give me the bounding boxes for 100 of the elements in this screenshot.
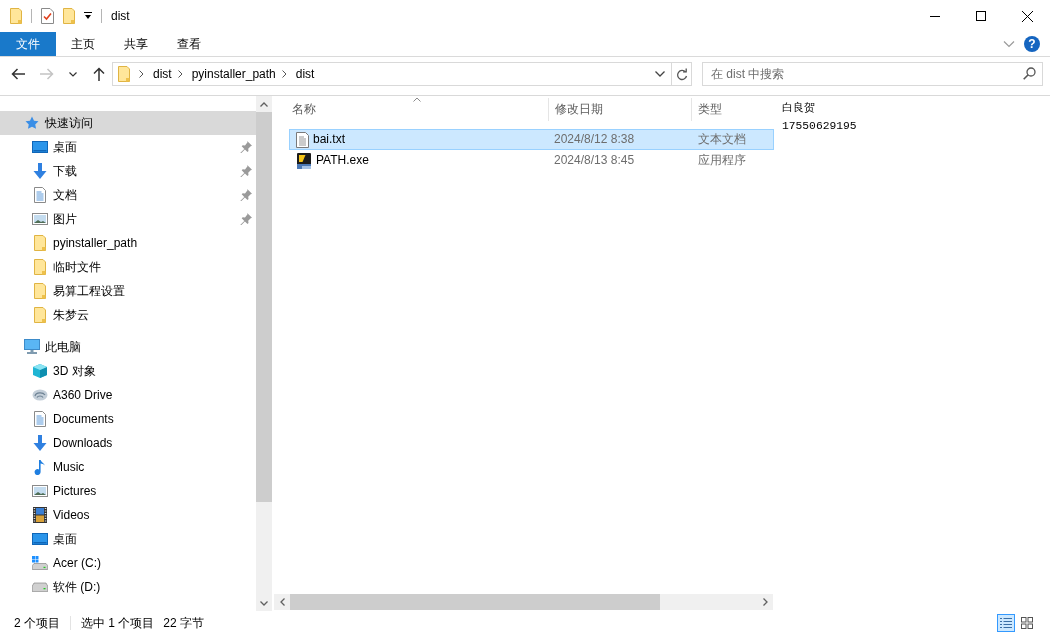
scrollbar[interactable] xyxy=(256,96,272,611)
search-field[interactable]: 在 dist 中搜索 xyxy=(702,62,1043,86)
document-icon xyxy=(296,131,309,148)
drive-icon xyxy=(32,582,48,592)
arrow-up-icon xyxy=(93,67,105,81)
file-menu-tab[interactable]: 文件 xyxy=(0,32,56,56)
file-date: 2024/8/13 8:45 xyxy=(554,153,635,167)
breadcrumb-link[interactable]: dist xyxy=(292,63,318,85)
ribbon-tab[interactable]: 主页 xyxy=(56,32,109,56)
ribbon-tab[interactable]: 查看 xyxy=(162,32,215,56)
nav-item[interactable]: pyinstaller_path xyxy=(0,231,256,255)
column-header[interactable]: 名称 xyxy=(286,98,548,121)
music-note-icon xyxy=(34,459,46,475)
file-type: 应用程序 xyxy=(698,153,746,167)
preview-text: 白良贺 xyxy=(782,101,816,116)
help-button[interactable]: ? xyxy=(1024,36,1040,52)
app-icon xyxy=(296,152,312,169)
film-icon xyxy=(33,507,47,523)
nav-item[interactable]: Acer (C:) xyxy=(0,551,256,575)
window-title: dist xyxy=(111,8,130,24)
chevron-up-icon[interactable] xyxy=(260,101,268,107)
preview-text: 17550629195 xyxy=(782,119,858,134)
scrollbar-thumb[interactable] xyxy=(290,594,660,610)
folder-icon xyxy=(34,235,46,251)
down-arrow-icon xyxy=(32,435,48,451)
chevron-down-icon[interactable] xyxy=(260,600,268,606)
nav-item[interactable]: 桌面 xyxy=(0,135,256,159)
file-date: 2024/8/12 8:38 xyxy=(554,132,635,146)
chevron-right-icon[interactable] xyxy=(139,70,144,78)
file-type: 文本文档 xyxy=(698,132,746,146)
large-icons-view-button[interactable] xyxy=(1018,614,1036,632)
maximize-icon xyxy=(976,11,986,21)
document-check-icon[interactable] xyxy=(41,8,54,24)
file-name: bai.txt xyxy=(313,132,345,147)
nav-item[interactable]: 易算工程设置 xyxy=(0,279,256,303)
nav-item[interactable]: Videos xyxy=(0,503,256,527)
file-row[interactable]: bai.txt 2024/8/12 8:38 文本文档 xyxy=(289,129,774,150)
chevron-right-icon[interactable] xyxy=(281,70,287,78)
folder-icon xyxy=(34,259,46,275)
selection-size: 22 字节 xyxy=(163,615,205,631)
chevron-left-icon[interactable] xyxy=(279,598,285,606)
nav-item[interactable]: Music xyxy=(0,455,256,479)
search-icon[interactable] xyxy=(1023,67,1036,80)
picture-icon xyxy=(32,485,48,497)
document-icon xyxy=(34,187,46,203)
star-icon xyxy=(25,116,39,130)
nav-item[interactable]: 桌面 xyxy=(0,527,256,551)
folder-icon xyxy=(34,283,46,299)
details-view-button[interactable] xyxy=(997,614,1015,632)
list-icon xyxy=(1000,617,1012,629)
scrollbar[interactable] xyxy=(274,594,773,610)
nav-item[interactable]: 文档 xyxy=(0,183,256,207)
file-name: PATH.exe xyxy=(316,153,369,168)
address-bar[interactable]: dist pyinstaller_path dist xyxy=(112,62,692,86)
folder-icon xyxy=(118,66,130,82)
grid-icon xyxy=(1021,617,1033,629)
nav-item[interactable]: 图片 xyxy=(0,207,256,231)
chevron-down-icon[interactable] xyxy=(655,71,665,77)
desktop-icon xyxy=(32,141,48,153)
chevron-right-icon[interactable] xyxy=(762,598,768,606)
arrow-left-icon xyxy=(11,68,25,80)
pin-icon[interactable] xyxy=(240,165,252,177)
document-icon xyxy=(34,411,46,427)
nav-item[interactable]: 下载 xyxy=(0,159,256,183)
nav-item[interactable]: 此电脑 xyxy=(0,335,256,359)
nav-item[interactable]: A360 Drive xyxy=(0,383,256,407)
nav-item[interactable]: 3D 对象 xyxy=(0,359,256,383)
breadcrumb-link[interactable]: dist xyxy=(150,63,175,85)
nav-item[interactable]: 朱梦云 xyxy=(0,303,256,327)
nav-item[interactable]: 临时文件 xyxy=(0,255,256,279)
monitor-icon xyxy=(24,339,40,355)
chevron-down-icon xyxy=(69,71,77,77)
item-count: 2 个项目 xyxy=(14,615,60,631)
close-icon xyxy=(1021,10,1033,22)
desktop-icon xyxy=(32,533,48,545)
column-header[interactable]: 修改日期 xyxy=(548,98,691,121)
refresh-icon xyxy=(675,67,688,81)
nav-item[interactable]: Documents xyxy=(0,407,256,431)
nav-item[interactable]: Pictures xyxy=(0,479,256,503)
down-arrow-icon xyxy=(32,163,48,179)
arrow-right-icon xyxy=(40,68,54,80)
nav-item[interactable]: Downloads xyxy=(0,431,256,455)
scrollbar-thumb[interactable] xyxy=(256,112,272,502)
column-header[interactable]: 类型 xyxy=(691,98,773,121)
cube-icon xyxy=(32,363,48,379)
drive-icon xyxy=(32,556,48,570)
ribbon-tab[interactable]: 共享 xyxy=(109,32,162,56)
nav-item[interactable]: 快速访问 xyxy=(0,111,256,135)
picture-icon xyxy=(32,213,48,225)
nav-item[interactable]: 软件 (D:) xyxy=(0,575,256,599)
chevron-right-icon[interactable] xyxy=(177,70,183,78)
selection-count: 选中 1 个项目 xyxy=(81,615,155,631)
pin-icon[interactable] xyxy=(240,141,252,153)
pin-icon[interactable] xyxy=(240,213,252,225)
breadcrumb-link[interactable]: pyinstaller_path xyxy=(188,63,279,85)
swirl-icon xyxy=(32,389,48,401)
caret-down-icon[interactable] xyxy=(84,12,92,20)
file-row[interactable]: PATH.exe 2024/8/13 8:45 应用程序 xyxy=(289,150,774,171)
pin-icon[interactable] xyxy=(240,189,252,201)
folder-icon xyxy=(34,307,46,323)
